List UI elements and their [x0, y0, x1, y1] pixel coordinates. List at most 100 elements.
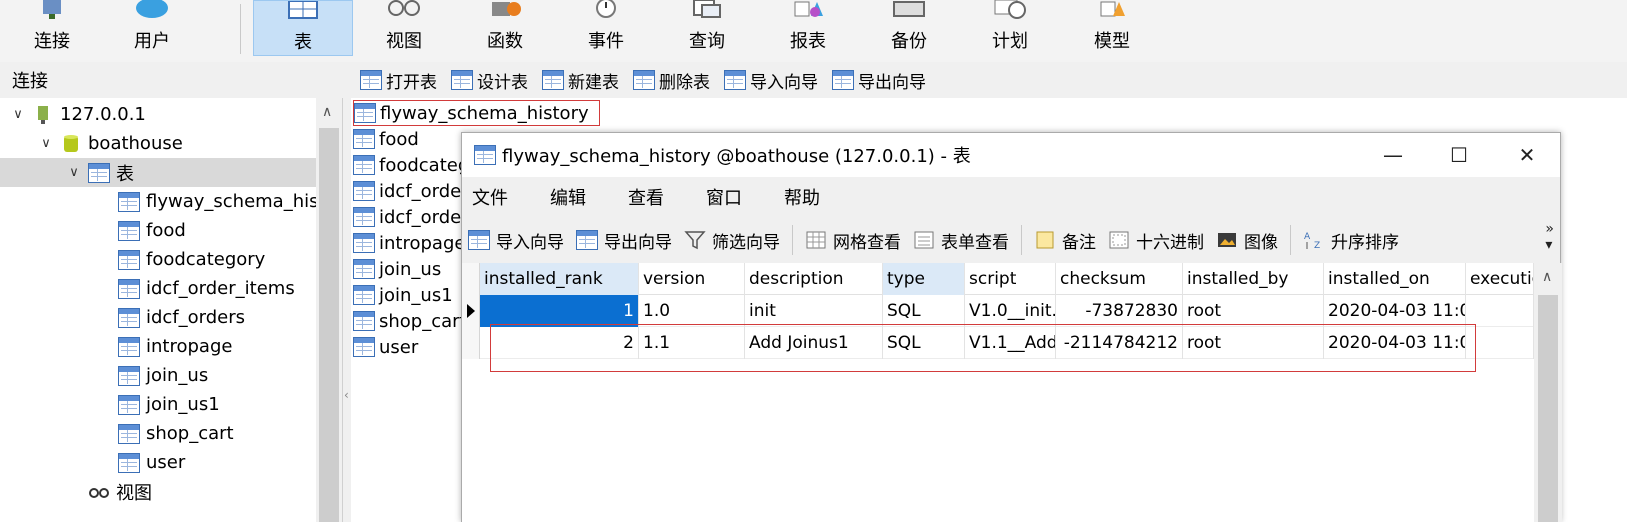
chevron-down-icon[interactable]: ∨	[8, 107, 28, 122]
table-row[interactable]: 1 1.0 init SQL V1.0__init.s -73872830 ro…	[462, 295, 1562, 327]
grid-cell[interactable]: 2	[480, 327, 639, 359]
grid-cell[interactable]: V1.0__init.s	[965, 295, 1056, 327]
grid-cell[interactable]: SQL	[883, 295, 965, 327]
tree-scrollbar[interactable]: ∧	[316, 98, 342, 522]
hex-button[interactable]: 十六进制	[1108, 228, 1204, 253]
grid-cell[interactable]	[1466, 295, 1534, 327]
column-header[interactable]: installed_on	[1324, 263, 1466, 295]
toolbar-table-button[interactable]: 表	[253, 0, 353, 56]
grid-cell[interactable]: 2020-04-03 11:0:	[1324, 295, 1466, 327]
tree-table-item[interactable]: join_us1	[118, 390, 220, 419]
object-list-item[interactable]: idcf_order	[353, 204, 469, 230]
new-table-button[interactable]: 新建表	[542, 66, 619, 94]
object-list-item[interactable]: join_us1	[353, 282, 453, 308]
minimize-button[interactable]: —	[1378, 141, 1408, 169]
toolbar-schedule-button[interactable]: 计划	[960, 0, 1060, 56]
column-header[interactable]: checksum	[1056, 263, 1183, 295]
tree-node-database[interactable]: ∨ boathouse	[36, 129, 183, 158]
object-list-item[interactable]: join_us	[353, 256, 441, 282]
menu-help[interactable]: 帮助	[774, 184, 830, 210]
chevron-down-icon[interactable]: ∨	[36, 136, 56, 151]
grid-cell[interactable]: SQL	[883, 327, 965, 359]
image-button[interactable]: 图像	[1216, 228, 1278, 253]
note-button[interactable]: 备注	[1034, 228, 1096, 253]
grid-cell[interactable]	[1466, 327, 1534, 359]
table-icon	[118, 278, 140, 299]
export-wizard-button[interactable]: 导出向导	[576, 228, 672, 253]
object-list-item[interactable]: intropage	[353, 230, 465, 256]
menu-file[interactable]: 文件	[462, 184, 518, 210]
maximize-button[interactable]: ☐	[1444, 141, 1474, 169]
menu-edit[interactable]: 编辑	[540, 184, 596, 210]
toolbar-user-button[interactable]: 用户	[102, 0, 202, 56]
toolbar-query-button[interactable]: 查询	[657, 0, 757, 56]
scrollbar-thumb[interactable]	[319, 128, 339, 522]
grid-cell[interactable]: root	[1183, 327, 1324, 359]
grid-cell[interactable]: root	[1183, 295, 1324, 327]
tree-table-item[interactable]: food	[118, 216, 186, 245]
grid-scrollbar[interactable]: ∧	[1534, 263, 1562, 522]
scroll-up-icon[interactable]: ∧	[322, 104, 332, 120]
panel-splitter[interactable]: ‹	[343, 98, 351, 522]
object-list-item[interactable]: shop_cart	[353, 308, 467, 334]
tree-table-item[interactable]: shop_cart	[118, 419, 234, 448]
toolbar-function-button[interactable]: 函数	[455, 0, 555, 56]
tree-node-tables[interactable]: ∨ 表	[0, 158, 316, 187]
sort-ascending-button[interactable]: AZ 升序排序	[1303, 228, 1399, 253]
column-header[interactable]: installed_by	[1183, 263, 1324, 295]
grid-cell[interactable]: 1	[480, 295, 639, 327]
column-header[interactable]: type	[883, 263, 965, 295]
toolbar-connect-button[interactable]: 连接	[2, 0, 102, 56]
menu-window[interactable]: 窗口	[696, 184, 752, 210]
form-view-button[interactable]: 表单查看	[913, 228, 1009, 253]
grid-cell[interactable]: init	[745, 295, 883, 327]
column-header[interactable]: script	[965, 263, 1056, 295]
tree-table-item[interactable]: user	[118, 448, 185, 477]
grid-cell[interactable]: 1.1	[639, 327, 745, 359]
grid-cell[interactable]: V1.1__Add	[965, 327, 1056, 359]
row-pointer-icon	[467, 304, 475, 318]
toolbar-report-button[interactable]: 报表	[758, 0, 858, 56]
column-header[interactable]: installed_rank	[480, 263, 639, 295]
object-list-item[interactable]: foodcateg	[353, 152, 469, 178]
import-wizard-button[interactable]: 导入向导	[468, 228, 564, 253]
toolbar-model-button[interactable]: 模型	[1062, 0, 1162, 56]
export-wizard-button[interactable]: 导出向导	[832, 66, 926, 94]
object-list-item[interactable]: food	[353, 126, 419, 152]
scrollbar-thumb[interactable]	[1538, 295, 1558, 522]
tree-table-item[interactable]: join_us	[118, 361, 208, 390]
table-row[interactable]: 2 1.1 Add Joinus1 SQL V1.1__Add -2114784…	[462, 327, 1562, 359]
menu-view[interactable]: 查看	[618, 184, 674, 210]
toolbar-event-button[interactable]: 事件	[556, 0, 656, 56]
column-header[interactable]: executic	[1466, 263, 1534, 295]
tree-node-server[interactable]: ∨ 127.0.0.1	[8, 100, 146, 129]
tree-table-item[interactable]: foodcategory	[118, 245, 265, 274]
column-header[interactable]: version	[639, 263, 745, 295]
import-wizard-button[interactable]: 导入向导	[724, 66, 818, 94]
object-list-item[interactable]: user	[353, 334, 418, 360]
object-list-item[interactable]: flyway_schema_history	[353, 100, 600, 126]
grid-cell[interactable]: 2020-04-03 11:0(	[1324, 327, 1466, 359]
tree-table-item[interactable]: idcf_orders	[118, 303, 245, 332]
grid-cell[interactable]: 1.0	[639, 295, 745, 327]
toolbar-view-button[interactable]: 视图	[354, 0, 454, 56]
object-list-item[interactable]: idcf_order	[353, 178, 469, 204]
filter-wizard-button[interactable]: 筛选向导	[684, 228, 780, 253]
chevron-down-icon[interactable]: ∨	[64, 165, 84, 180]
toolbar-overflow-icon[interactable]: » ▾	[1545, 221, 1554, 253]
tree-node-views[interactable]: 视图	[88, 477, 152, 506]
delete-table-button[interactable]: 删除表	[633, 66, 710, 94]
open-table-button[interactable]: 打开表	[360, 66, 437, 94]
close-button[interactable]: ✕	[1512, 141, 1542, 169]
scroll-up-icon[interactable]: ∧	[1542, 269, 1552, 285]
grid-cell[interactable]: -73872830	[1056, 295, 1183, 327]
grid-cell[interactable]: Add Joinus1	[745, 327, 883, 359]
grid-cell[interactable]: -2114784212	[1056, 327, 1183, 359]
tree-table-item[interactable]: idcf_order_items	[118, 274, 295, 303]
column-header[interactable]: description	[745, 263, 883, 295]
tree-table-item[interactable]: intropage	[118, 332, 232, 361]
toolbar-backup-button[interactable]: 备份	[859, 0, 959, 56]
design-table-button[interactable]: 设计表	[451, 66, 528, 94]
tree-table-item[interactable]: flyway_schema_histo	[118, 187, 337, 216]
grid-view-button[interactable]: 网格查看	[805, 228, 901, 253]
